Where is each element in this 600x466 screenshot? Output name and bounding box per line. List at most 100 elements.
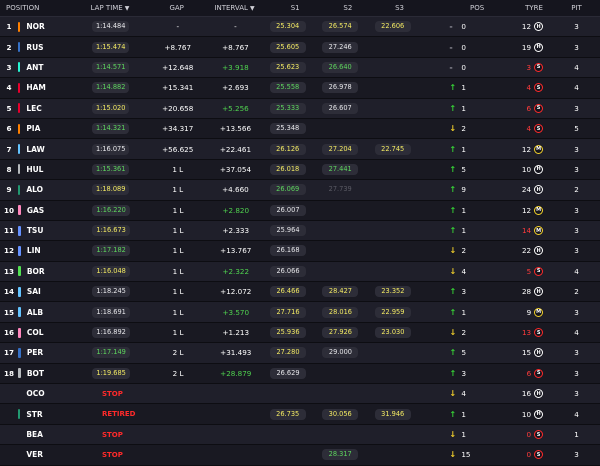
lap-time-cell: 1:17.149 bbox=[92, 347, 146, 359]
sector2-time-cell: 27.926 bbox=[322, 327, 374, 339]
driver-code[interactable]: SAI bbox=[27, 287, 93, 296]
driver-code[interactable]: TSU bbox=[27, 226, 93, 235]
driver-code[interactable]: LAW bbox=[26, 145, 92, 154]
gap-value: 1 L bbox=[172, 307, 184, 317]
table-row[interactable]: 14 SAI 1:18.245 1 L +12.072 26.466 28.427 23.35… bbox=[0, 282, 600, 303]
table-row[interactable]: OCO STOP ↓ 4 16 H 3 bbox=[0, 384, 600, 405]
header-s1[interactable]: S1 bbox=[269, 4, 322, 12]
sector2-time: 27.204 bbox=[322, 143, 359, 155]
gap-value: 2 L bbox=[172, 348, 184, 358]
table-row[interactable]: 8 HUL 1:15.361 1 L +37.054 26.018 27.441 ↑ 5 10 H 3 bbox=[0, 159, 600, 181]
tyre-compound-soft-icon: S bbox=[534, 266, 544, 276]
table-body: 1 NOR 1:14.484- -25.304 26.574 22.606-0 12 H 3 2 R… bbox=[0, 17, 600, 466]
table-row[interactable]: 18 BOT 1:19.685 2 L +28.879 26.629 ↑ 3 6 S 3 bbox=[0, 363, 600, 385]
pit-count: 5 bbox=[574, 124, 579, 134]
pit-count: 4 bbox=[574, 266, 579, 276]
header-position[interactable]: POSITION bbox=[6, 4, 91, 12]
sector1-time: 26.735 bbox=[269, 408, 306, 420]
header-tyre[interactable]: TYRE bbox=[505, 4, 543, 12]
table-row[interactable]: STR RETIRED 26.735 30.056 31.946 ↑ 1 10 H 4 bbox=[0, 404, 600, 425]
header-interval[interactable]: INTERVAL ▼ bbox=[208, 4, 261, 12]
lap-time-cell: STOP bbox=[92, 431, 146, 439]
position-change-value: 4 bbox=[461, 266, 467, 276]
gap-value: +12.648 bbox=[162, 62, 194, 72]
header-pit[interactable]: PIT bbox=[553, 4, 600, 12]
driver-code[interactable]: OCO bbox=[26, 389, 92, 398]
table-row[interactable]: 13 BOR 1:16.048 1 L +2.322 26.066 ↓ 4 5 S 4 bbox=[0, 261, 600, 283]
pit-count: 3 bbox=[574, 144, 579, 154]
header-lap-time[interactable]: LAP TIME ▼ bbox=[91, 4, 146, 12]
sector2-time: 27.739 bbox=[328, 185, 352, 194]
driver-code[interactable]: RUS bbox=[26, 43, 92, 52]
team-color-bar bbox=[18, 430, 21, 440]
sector1-time-cell: 26.066 bbox=[269, 265, 322, 277]
lap-time: 1:15.020 bbox=[91, 102, 130, 114]
table-row[interactable]: 6 PIA 1:14.321 +34.317 +13.566 25.348 ↓ 2 4 S 5 bbox=[0, 118, 600, 140]
driver-code[interactable]: VER bbox=[26, 450, 92, 459]
table-row[interactable]: 11 TSU 1:16.673 1 L +2.333 25.964 ↑ 1 14 M 3 bbox=[0, 220, 600, 242]
header-s2[interactable]: S2 bbox=[322, 4, 375, 12]
tyre-laps: 10 bbox=[521, 164, 532, 174]
tyre-cell: 6S bbox=[506, 368, 544, 378]
table-row[interactable]: 10 GAS 1:16.220 1 L +2.820 26.007 ↑ 1 12 M 3 bbox=[0, 200, 600, 221]
arrow-up-icon: ↑ bbox=[449, 287, 457, 297]
sector1-time-cell: 26.629 bbox=[269, 367, 322, 379]
driver-code[interactable]: STR bbox=[26, 410, 92, 419]
team-color-bar bbox=[18, 266, 21, 277]
sector1-time: 25.605 bbox=[269, 41, 306, 53]
tyre-compound-medium-icon: M bbox=[534, 144, 544, 154]
driver-code[interactable]: BOT bbox=[27, 369, 93, 378]
table-row[interactable]: 9 ALO 1:18.089 1 L +4.660 26.069 27.739 ↑ 9 24 H 2 bbox=[0, 180, 600, 201]
position-number: 2 bbox=[6, 42, 12, 52]
sector1-time: 26.007 bbox=[269, 204, 306, 216]
table-row[interactable]: 2 RUS 1:15.474 +8.767 +8.767 25.605 27.246-0 19… bbox=[0, 37, 600, 58]
tyre-laps: 3 bbox=[526, 62, 532, 72]
sector1-time: 27.280 bbox=[269, 347, 306, 359]
driver-code[interactable]: ANT bbox=[26, 63, 92, 72]
driver-code[interactable]: LEC bbox=[26, 104, 92, 113]
tyre-compound-soft-icon: S bbox=[534, 62, 544, 72]
driver-code[interactable]: NOR bbox=[26, 22, 92, 31]
sector1-time-cell: 27.716 bbox=[269, 306, 322, 318]
position-change-value: 3 bbox=[461, 368, 467, 378]
driver-code[interactable]: ALB bbox=[27, 308, 93, 317]
driver-code[interactable]: PIA bbox=[26, 124, 92, 133]
lap-time: 1:14.484 bbox=[91, 21, 130, 33]
table-row[interactable]: 5 LEC 1:15.020 +20.658 +5.256 25.333 26.607 ↑ 1 6… bbox=[0, 98, 600, 119]
driver-code[interactable]: BOR bbox=[27, 267, 93, 276]
tyre-cell: 22 H bbox=[506, 246, 544, 256]
interval-value: +3.918 bbox=[222, 62, 249, 72]
team-color-bar bbox=[17, 82, 21, 93]
driver-code[interactable]: HAM bbox=[26, 83, 92, 92]
header-s3[interactable]: S3 bbox=[374, 4, 425, 12]
interval-value: - bbox=[234, 22, 237, 32]
table-row[interactable]: 17 PER 1:17.149 2 L +31.493 27.280 29.000 ↑ 5 15 H… bbox=[0, 343, 600, 364]
table-row[interactable]: 15 ALB 1:18.691 1 L +3.570 27.716 28.016 22.959… bbox=[0, 302, 600, 323]
table-row[interactable]: 16 COL 1:16.892 1 L +1.213 25.936 27.926 23.030… bbox=[0, 322, 600, 344]
lap-time-cell: 1:16.220 bbox=[92, 204, 146, 216]
tyre-compound-soft-icon: S bbox=[534, 103, 544, 113]
team-color-bar bbox=[18, 347, 21, 358]
lap-time-cell: STOP bbox=[92, 390, 146, 398]
lap-time-cell: RETIRED bbox=[92, 410, 146, 418]
table-row[interactable]: VER STOP 28.317 ↓ 15 0 S 3 bbox=[0, 445, 600, 466]
driver-code[interactable]: ALO bbox=[26, 185, 92, 194]
table-row[interactable]: 12 LIN 1:17.182 1 L +13.767 26.168 ↓ 2 22 H 3 bbox=[0, 241, 600, 262]
table-row[interactable]: 3 ANT 1:14.571 +12.648 +3.918 25.623 26.640-0 3… bbox=[0, 57, 600, 79]
lap-status: RETIRED bbox=[101, 410, 136, 419]
team-color-bar bbox=[17, 184, 21, 195]
position-number: 4 bbox=[6, 83, 12, 93]
header-pos[interactable]: POS bbox=[449, 4, 505, 12]
pit-count: 1 bbox=[574, 430, 579, 439]
driver-code[interactable]: HUL bbox=[26, 165, 92, 174]
table-row[interactable]: 7 LAW 1:16.075 +56.625 +22.461 26.126 27.204 22… bbox=[0, 139, 600, 160]
table-row[interactable]: BEA STOP ↓ 1 0 S 1 bbox=[0, 424, 600, 446]
table-row[interactable]: 4 HAM 1:14.882 +15.341 +2.693 25.558 26.978 ↑ 1 4… bbox=[0, 78, 600, 99]
driver-code[interactable]: LIN bbox=[27, 246, 93, 255]
header-gap[interactable]: GAP bbox=[153, 4, 200, 12]
driver-code[interactable]: GAS bbox=[27, 206, 93, 215]
driver-code[interactable]: PER bbox=[27, 348, 93, 357]
driver-code[interactable]: COL bbox=[27, 328, 93, 337]
table-row[interactable]: 1 NOR 1:14.484- -25.304 26.574 22.606-0 12 H 3 bbox=[0, 17, 600, 38]
driver-code[interactable]: BEA bbox=[26, 430, 92, 439]
